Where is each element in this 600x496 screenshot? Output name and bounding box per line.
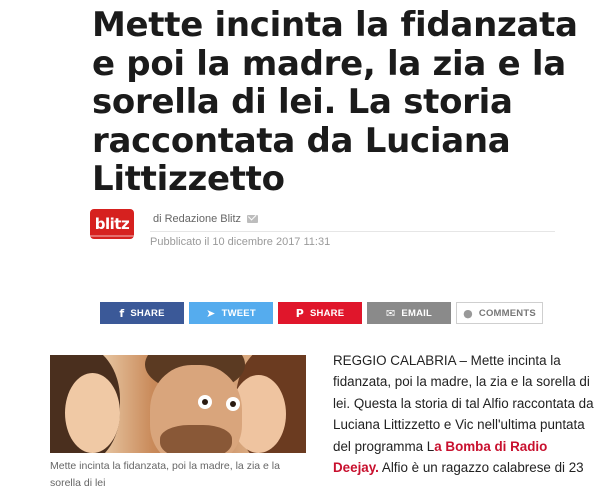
pinterest-share-button[interactable]: P SHARE — [278, 302, 362, 324]
pinterest-share-label: SHARE — [310, 307, 345, 319]
envelope-icon: ✉ — [386, 306, 396, 320]
facebook-share-button[interactable]: f SHARE — [100, 302, 184, 324]
photo-shape — [226, 397, 240, 411]
twitter-tweet-label: TWEET — [221, 307, 256, 319]
mail-icon[interactable] — [247, 215, 259, 223]
photo-shape — [65, 373, 120, 453]
facebook-icon: f — [119, 306, 125, 320]
photo-caption: Mette incinta la fidanzata, poi la madre… — [50, 460, 280, 489]
comment-bubble-icon: ● — [463, 306, 473, 320]
photo-shape — [198, 395, 212, 409]
photo-shape — [160, 425, 232, 453]
author-link[interactable]: di Redazione Blitz — [153, 213, 241, 225]
pinterest-icon: P — [295, 306, 304, 320]
blitz-logo[interactable]: blitz — [90, 209, 134, 239]
article-headline: Mette incinta la fidanzata e poi la madr… — [92, 5, 578, 199]
article-body: REGGIO CALABRIA – Mette incinta la fidan… — [333, 350, 595, 478]
facebook-share-label: SHARE — [130, 307, 165, 319]
byline-divider — [150, 231, 555, 232]
body-text-continued: Alfio è un ragazzo calabrese di 23 — [378, 460, 584, 476]
logo-text: blitz — [94, 215, 130, 233]
twitter-icon: ➤ — [206, 306, 216, 320]
twitter-tweet-button[interactable]: ➤ TWEET — [189, 302, 273, 324]
email-share-label: EMAIL — [401, 307, 432, 319]
comments-button[interactable]: ● COMMENTS — [456, 302, 543, 324]
logo-underline — [90, 235, 134, 237]
byline: di Redazione Blitz — [153, 213, 259, 225]
comments-label: COMMENTS — [478, 307, 536, 319]
share-bar: f SHARE ➤ TWEET P SHARE ✉ EMAIL ● COMMEN… — [100, 302, 543, 324]
article-photo[interactable] — [50, 355, 306, 453]
publish-date: Pubblicato il 10 dicembre 2017 11:31 — [150, 236, 331, 248]
email-share-button[interactable]: ✉ EMAIL — [367, 302, 451, 324]
